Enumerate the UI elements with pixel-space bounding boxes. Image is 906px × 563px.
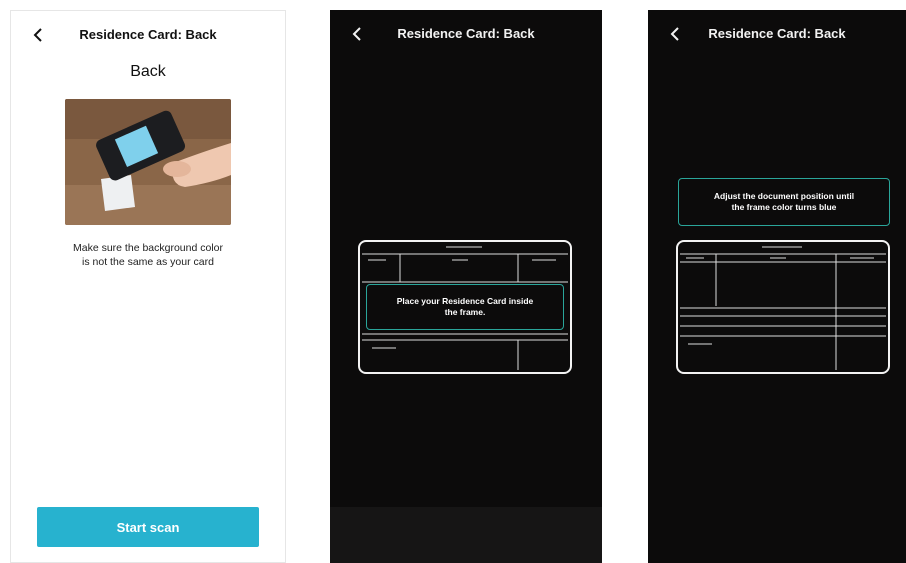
card-outline-graphic (680, 246, 886, 370)
start-scan-button[interactable]: Start scan (37, 507, 259, 547)
background-hint: Make sure the background color is not th… (73, 242, 223, 268)
place-card-message: Place your Residence Card inside the fra… (366, 284, 564, 330)
page-title: Residence Card: Back (79, 27, 217, 42)
example-photo (65, 99, 231, 225)
scan-screen: Residence Card: Back Place your Residenc… (330, 10, 602, 563)
header: Residence Card: Back (648, 24, 906, 44)
instructions-screen: Residence Card: Back Back Make sure the … (10, 10, 286, 563)
header: Residence Card: Back (330, 24, 602, 44)
adjust-screen: Residence Card: Back Adjust the document… (648, 10, 906, 563)
header: Residence Card: Back (11, 25, 285, 45)
scan-frame (676, 240, 890, 374)
camera-bottom-bar (330, 507, 602, 563)
page-title: Residence Card: Back (397, 26, 535, 41)
side-subtitle: Back (130, 63, 166, 80)
adjust-position-message: Adjust the document position until the f… (678, 178, 890, 226)
page-title: Residence Card: Back (708, 26, 846, 41)
